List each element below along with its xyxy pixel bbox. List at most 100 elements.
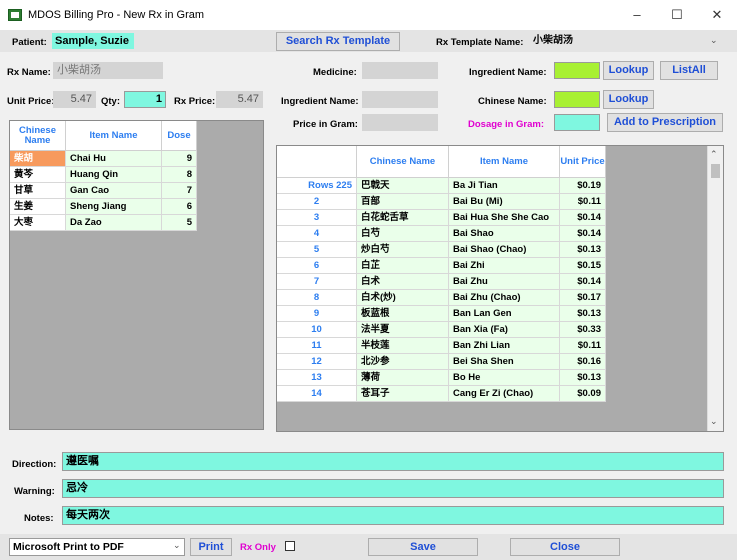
cell-unit-price[interactable]: $0.14 (560, 210, 606, 226)
cell-dose[interactable]: 6 (162, 199, 197, 215)
cell-unit-price[interactable]: $0.16 (560, 354, 606, 370)
scrollbar[interactable]: ⌃ ⌄ (707, 146, 723, 431)
cell-chinese-name[interactable]: 甘草 (10, 183, 66, 199)
cell-chinese-name[interactable]: 黄芩 (10, 167, 66, 183)
cell-row-number[interactable]: 12 (277, 354, 357, 370)
cell-row-number[interactable]: 13 (277, 370, 357, 386)
cell-unit-price[interactable]: $0.17 (560, 290, 606, 306)
cell-row-number[interactable]: 2 (277, 194, 357, 210)
chevron-down-icon[interactable]: ⌄ (710, 35, 718, 46)
prescription-row[interactable]: 大枣 Da Zao 5 (10, 215, 263, 231)
ingredient-row[interactable]: 2 百部 Bai Bu (Mi) $0.11 (277, 194, 723, 210)
close-button[interactable]: Close (510, 538, 620, 556)
ingredient-row[interactable]: 11 半枝莲 Ban Zhi Lian $0.11 (277, 338, 723, 354)
ingredient-row[interactable]: 13 薄荷 Bo He $0.13 (277, 370, 723, 386)
cell-dose[interactable]: 9 (162, 151, 197, 167)
cell-unit-price[interactable]: $0.13 (560, 370, 606, 386)
ingredient-row[interactable]: 10 法半夏 Ban Xia (Fa) $0.33 (277, 322, 723, 338)
cell-item-name[interactable]: Sheng Jiang (66, 199, 162, 215)
cell-chinese-name[interactable]: 生姜 (10, 199, 66, 215)
cell-item-name[interactable]: Bai Zhu (449, 274, 560, 290)
cell-unit-price[interactable]: $0.13 (560, 242, 606, 258)
cell-chinese-name[interactable]: 薄荷 (357, 370, 449, 386)
header-chinese-name-list[interactable]: Chinese Name (357, 146, 449, 178)
ingredient-row[interactable]: 7 白术 Bai Zhu $0.14 (277, 274, 723, 290)
ingredient-name-field[interactable] (362, 91, 438, 108)
cell-row-number[interactable]: 10 (277, 322, 357, 338)
cell-chinese-name[interactable]: 白花蛇舌草 (357, 210, 449, 226)
cell-unit-price[interactable]: $0.09 (560, 386, 606, 402)
cell-row-number[interactable]: 7 (277, 274, 357, 290)
cell-row-number[interactable]: 14 (277, 386, 357, 402)
cell-chinese-name[interactable]: 苍耳子 (357, 386, 449, 402)
cell-unit-price[interactable]: $0.11 (560, 338, 606, 354)
cell-unit-price[interactable]: $0.15 (560, 258, 606, 274)
cell-chinese-name[interactable]: 炒白芍 (357, 242, 449, 258)
price-in-gram-field[interactable] (362, 114, 438, 131)
ingredient-row[interactable]: 9 板蓝根 Ban Lan Gen $0.13 (277, 306, 723, 322)
cell-dose[interactable]: 7 (162, 183, 197, 199)
save-button[interactable]: Save (368, 538, 478, 556)
cell-item-name[interactable]: Huang Qin (66, 167, 162, 183)
close-window-button[interactable]: ✕ (697, 0, 737, 30)
unit-price-field[interactable]: 5.47 (53, 91, 96, 108)
cell-row-number[interactable]: 8 (277, 290, 357, 306)
scroll-thumb[interactable] (711, 164, 720, 178)
cell-item-name[interactable]: Ban Xia (Fa) (449, 322, 560, 338)
cell-unit-price[interactable]: $0.11 (560, 194, 606, 210)
cell-row-number[interactable]: 5 (277, 242, 357, 258)
header-chinese-name[interactable]: Chinese Name (10, 121, 66, 151)
cell-unit-price[interactable]: $0.33 (560, 322, 606, 338)
ingredient-row[interactable]: 14 苍耳子 Cang Er Zi (Chao) $0.09 (277, 386, 723, 402)
cell-item-name[interactable]: Bai Bu (Mi) (449, 194, 560, 210)
cell-dose[interactable]: 8 (162, 167, 197, 183)
ingredient-row[interactable]: Rows 225 巴戟天 Ba Ji Tian $0.19 (277, 178, 723, 194)
cell-item-name[interactable]: Bai Zhu (Chao) (449, 290, 560, 306)
ingredient-row[interactable]: 4 白芍 Bai Shao $0.14 (277, 226, 723, 242)
direction-field[interactable]: 遵医嘱 (62, 452, 724, 471)
qty-field[interactable]: 1 (124, 91, 166, 108)
chinese-name-field[interactable] (554, 91, 600, 108)
rx-price-field[interactable]: 5.47 (216, 91, 263, 108)
ingredient-row[interactable]: 3 白花蛇舌草 Bai Hua She She Cao $0.14 (277, 210, 723, 226)
cell-row-number[interactable]: 9 (277, 306, 357, 322)
cell-row-number[interactable]: 3 (277, 210, 357, 226)
header-unit-price[interactable]: Unit Price (560, 146, 606, 178)
cell-chinese-name[interactable]: 大枣 (10, 215, 66, 231)
list-all-button[interactable]: ListAll (660, 61, 718, 80)
cell-item-name[interactable]: Bai Shao (449, 226, 560, 242)
cell-chinese-name[interactable]: 白芍 (357, 226, 449, 242)
cell-unit-price[interactable]: $0.14 (560, 274, 606, 290)
cell-item-name[interactable]: Bei Sha Shen (449, 354, 560, 370)
cell-chinese-name[interactable]: 柴胡 (10, 151, 66, 167)
lookup-chinese-button[interactable]: Lookup (603, 90, 654, 109)
cell-row-number[interactable]: Rows 225 (277, 178, 357, 194)
prescription-row[interactable]: 甘草 Gan Cao 7 (10, 183, 263, 199)
cell-unit-price[interactable]: $0.19 (560, 178, 606, 194)
medicine-field[interactable] (362, 62, 438, 79)
cell-item-name[interactable]: Chai Hu (66, 151, 162, 167)
patient-field[interactable]: Sample, Suzie (52, 33, 134, 49)
cell-item-name[interactable]: Cang Er Zi (Chao) (449, 386, 560, 402)
ingredient-row[interactable]: 8 白术(炒) Bai Zhu (Chao) $0.17 (277, 290, 723, 306)
cell-item-name[interactable]: Ba Ji Tian (449, 178, 560, 194)
rx-name-field[interactable]: 小柴胡汤 (53, 62, 163, 79)
cell-chinese-name[interactable]: 白术 (357, 274, 449, 290)
prescription-row[interactable]: 柴胡 Chai Hu 9 (10, 151, 263, 167)
lookup-ingredient-button[interactable]: Lookup (603, 61, 654, 80)
cell-row-number[interactable]: 11 (277, 338, 357, 354)
cell-chinese-name[interactable]: 北沙参 (357, 354, 449, 370)
cell-item-name[interactable]: Ban Zhi Lian (449, 338, 560, 354)
cell-chinese-name[interactable]: 法半夏 (357, 322, 449, 338)
dosage-in-gram-field[interactable] (554, 114, 600, 131)
prescription-row[interactable]: 黄芩 Huang Qin 8 (10, 167, 263, 183)
cell-chinese-name[interactable]: 白芷 (357, 258, 449, 274)
cell-item-name[interactable]: Gan Cao (66, 183, 162, 199)
header-dose[interactable]: Dose (162, 121, 197, 151)
cell-chinese-name[interactable]: 板蓝根 (357, 306, 449, 322)
header-item-name-list[interactable]: Item Name (449, 146, 560, 178)
ingredient-row[interactable]: 6 白芷 Bai Zhi $0.15 (277, 258, 723, 274)
print-button[interactable]: Print (190, 538, 232, 556)
cell-row-number[interactable]: 4 (277, 226, 357, 242)
minimize-button[interactable]: – (617, 0, 657, 30)
